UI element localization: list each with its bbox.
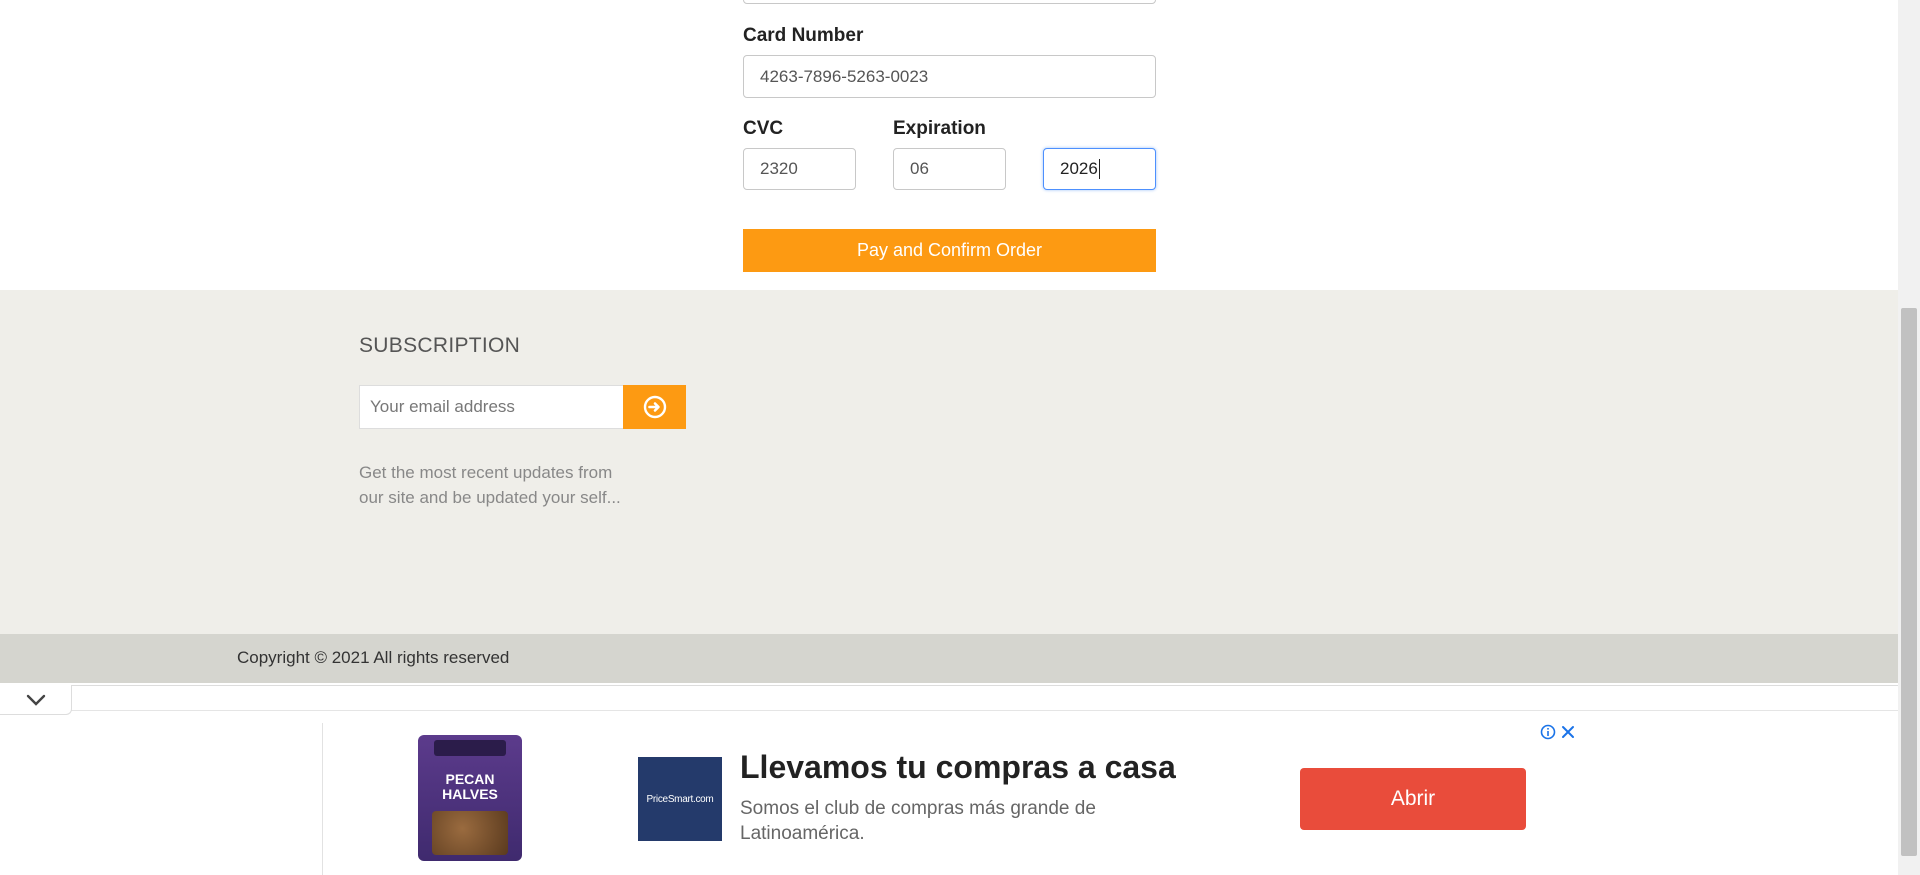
ad-collapse-bar: [0, 685, 1898, 711]
ad-subtext-line-1: Somos el club de compras más grande de: [740, 798, 1096, 819]
email-input[interactable]: Your email address: [359, 385, 624, 429]
arrow-circle-right-icon: [643, 395, 666, 419]
pricesmart-logo: PriceSmart.com: [638, 757, 722, 841]
exp-year-value: 2026: [1060, 159, 1098, 178]
exp-month-input[interactable]: 06: [893, 148, 1006, 190]
chevron-down-icon: [26, 694, 45, 706]
copyright-text: Copyright © 2021 All rights reserved: [237, 648, 510, 667]
expiration-label: Expiration: [893, 118, 986, 139]
subscribe-button[interactable]: [623, 385, 686, 429]
cvc-input[interactable]: 2320: [743, 148, 856, 190]
previous-field-bottom[interactable]: [743, 0, 1156, 4]
email-placeholder: Your email address: [370, 397, 515, 416]
cvc-label: CVC: [743, 118, 784, 139]
product-brand-band: [434, 740, 506, 756]
product-image: PECAN HALVES: [418, 735, 522, 861]
subscription-title: SUBSCRIPTION: [359, 334, 521, 357]
text-caret: [1098, 159, 1100, 179]
ad-open-button[interactable]: Abrir: [1300, 768, 1526, 830]
subscription-description: Get the most recent updates from our sit…: [359, 460, 679, 510]
card-number-value: 4263-7896-5263-0023: [760, 66, 929, 86]
exp-year-input[interactable]: 2026: [1043, 148, 1156, 190]
ad-collapse-tab[interactable]: [0, 685, 72, 715]
info-icon[interactable]: [1540, 724, 1556, 740]
footer-subscription-section: SUBSCRIPTION Your email address Get the …: [0, 290, 1898, 634]
description-line-2: our site and be updated your self...: [359, 488, 621, 507]
card-number-input[interactable]: 4263-7896-5263-0023: [743, 55, 1156, 98]
product-label-line-1: PECAN: [445, 771, 495, 787]
copyright-bar: Copyright © 2021 All rights reserved: [0, 634, 1898, 683]
ad-subtext: Somos el club de compras más grande de L…: [740, 796, 1180, 846]
close-icon[interactable]: [1561, 725, 1575, 739]
pricesmart-logo-text: PriceSmart.com: [646, 793, 714, 805]
ad-banner[interactable]: PECAN HALVES PriceSmart.com Llevamos tu …: [322, 723, 1574, 875]
ad-headline[interactable]: Llevamos tu compras a casa: [740, 749, 1176, 786]
description-line-1: Get the most recent updates from: [359, 463, 613, 482]
page-scrollbar[interactable]: [1898, 0, 1920, 875]
product-window: [432, 811, 508, 855]
pay-confirm-button[interactable]: Pay and Confirm Order: [743, 229, 1156, 272]
ad-subtext-line-2: Latinoamérica.: [740, 823, 865, 844]
exp-month-value: 06: [910, 159, 929, 178]
cvc-value: 2320: [760, 159, 798, 178]
card-number-label: Card Number: [743, 25, 864, 46]
product-label-line-2: HALVES: [442, 786, 498, 802]
scrollbar-thumb[interactable]: [1901, 308, 1917, 856]
